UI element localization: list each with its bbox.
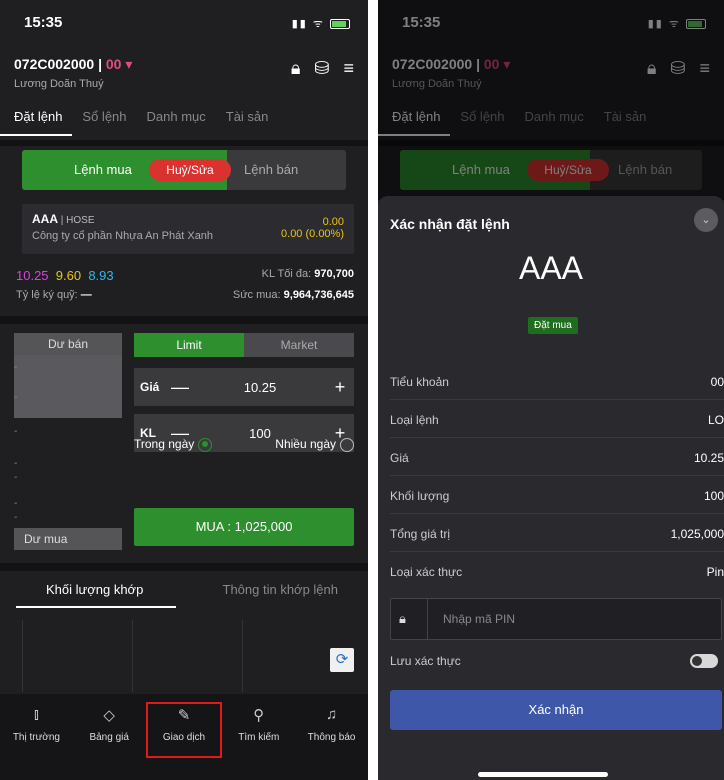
tag-icon: ◇ xyxy=(103,707,115,724)
company-name: Công ty cổ phần Nhựa An Phát Xanh xyxy=(32,230,214,242)
confirm-symbol: AAA xyxy=(518,250,584,286)
row-total-value: Tổng giá trị 1,025,000 xyxy=(390,516,724,552)
status-icons: ▮▮ ᯤ xyxy=(292,16,350,31)
confirm-button[interactable]: Xác nhận xyxy=(390,690,722,730)
divider xyxy=(0,140,368,146)
validity-day-radio[interactable]: Trong ngày xyxy=(134,437,213,452)
modal-overlay[interactable] xyxy=(378,0,724,200)
price-stepper: Giá — 10.25 + xyxy=(134,368,354,406)
price-plus-button[interactable]: + xyxy=(326,377,354,398)
save-auth-toggle[interactable] xyxy=(690,654,718,668)
ceiling-price[interactable]: 10.25 xyxy=(16,268,49,283)
trade-icon: ✎ xyxy=(177,707,191,724)
cancel-edit-tab[interactable]: Huỷ/Sửa xyxy=(149,159,231,181)
order-side-toggle: Lệnh mua Huỷ/Sửa Lệnh bán xyxy=(22,150,346,190)
bell-icon: ♫ xyxy=(325,706,338,723)
grid-line xyxy=(22,620,23,692)
lock-icon[interactable]: 🔒︎ xyxy=(291,58,301,79)
market-tab[interactable]: Market xyxy=(244,333,354,357)
tab-matched-info[interactable]: Thông tin khớp lệnh xyxy=(223,582,339,597)
sell-order-tab[interactable]: Lệnh bán xyxy=(244,162,298,177)
stock-symbol: AAA | HOSE xyxy=(32,212,95,226)
row-sub-account: Tiểu khoản 00 xyxy=(390,364,724,400)
wallet-icon[interactable]: ⛁ xyxy=(314,58,329,79)
ask-depth-bar xyxy=(14,355,122,418)
main-tabs: Đặt lệnh Sổ lệnh Danh mục Tài sản xyxy=(0,106,368,136)
account-selector[interactable]: 072C002000 | 00 ▾ xyxy=(14,56,132,73)
buy-order-tab[interactable]: Lệnh mua xyxy=(74,162,132,177)
margin-ratio: Tỷ lệ ký quỹ: — xyxy=(16,289,92,301)
reference-price[interactable]: 9.60 xyxy=(56,268,81,283)
confirm-screen: 15:35 ▮▮ ᯤ 072C002000 | 00 ▾ Lương Doãn … xyxy=(378,0,724,780)
pin-placeholder: Nhập mã PIN xyxy=(443,612,516,626)
sheet-title: Xác nhận đặt lệnh xyxy=(390,216,510,232)
chevron-down-icon[interactable]: ⌄ xyxy=(694,208,718,232)
status-bar: 15:35 ▮▮ ᯤ xyxy=(0,0,368,40)
ask-header: Dư bán xyxy=(14,333,122,355)
grid-line xyxy=(132,620,133,692)
account-name: Lương Doãn Thuý xyxy=(14,78,104,90)
status-time: 15:35 xyxy=(24,14,63,31)
stock-change: 0.00 0.00 (0.00%) xyxy=(281,216,344,240)
validity-multi-radio[interactable]: Nhiều ngày xyxy=(275,437,354,452)
grid-line xyxy=(242,620,243,692)
row-order-type: Loại lệnh LO xyxy=(390,402,724,438)
price-minus-button[interactable]: — xyxy=(166,377,194,398)
radio-unchecked-icon xyxy=(340,437,354,452)
bottom-nav: ⫾ Thị trường ◇ Bảng giá ✎ Giao dịch ⚲ Tìm ki… xyxy=(0,694,368,780)
divider xyxy=(0,563,368,571)
tab-order-book[interactable]: Sổ lệnh xyxy=(72,106,136,136)
buying-power: Sức mua: 9,964,736,645 xyxy=(232,289,354,301)
radio-checked-icon xyxy=(198,437,213,452)
nav-market[interactable]: ⫾ Thị trường xyxy=(0,694,73,780)
home-indicator xyxy=(478,772,608,777)
price-input[interactable]: 10.25 xyxy=(194,380,326,395)
tab-matched-volume[interactable]: Khối lượng khớp xyxy=(46,582,143,597)
battery-icon xyxy=(330,19,350,30)
lock-icon: 🔒︎ xyxy=(399,611,406,626)
nav-search[interactable]: ⚲ Tìm kiếm xyxy=(222,694,295,780)
order-side-badge: Đặt mua xyxy=(528,317,578,334)
search-icon: ⚲ xyxy=(253,707,265,724)
chevron-down-icon: ▾ xyxy=(125,56,133,72)
divider xyxy=(0,316,368,324)
confirm-order-sheet: Xác nhận đặt lệnh ⌄ AAA Đặt mua Tiểu kho… xyxy=(378,196,724,780)
menu-icon[interactable]: ≡ xyxy=(343,58,354,79)
refresh-icon[interactable]: ⟳ xyxy=(330,648,354,672)
row-quantity: Khối lượng 100 xyxy=(390,478,724,514)
buy-button[interactable]: MUA : 1,025,000 xyxy=(134,508,354,546)
row-price: Giá 10.25 xyxy=(390,440,724,476)
order-screen: 15:35 ▮▮ ᯤ 072C002000 | 00 ▾ Lương Doãn … xyxy=(0,0,368,780)
chart-icon: ⫾ xyxy=(33,706,39,723)
tab-assets[interactable]: Tài sản xyxy=(216,106,279,136)
tab-order[interactable]: Đặt lệnh xyxy=(0,106,73,136)
max-volume: KL Tối đa: 970,700 xyxy=(261,268,354,280)
tab-portfolio[interactable]: Danh mục xyxy=(137,106,216,136)
price-levels: 10.25 9.60 8.93 xyxy=(16,268,114,283)
stock-card[interactable]: AAA | HOSE Công ty cổ phần Nhựa An Phát … xyxy=(22,204,354,254)
floor-price[interactable]: 8.93 xyxy=(88,268,113,283)
bid-header: Dư mua xyxy=(14,528,122,550)
nav-price-board[interactable]: ◇ Bảng giá xyxy=(73,694,146,780)
active-tab-indicator xyxy=(16,606,176,608)
order-type-toggle: Limit Market xyxy=(134,333,354,357)
row-auth-type: Loại xác thực Pin xyxy=(390,565,724,579)
save-auth-label: Lưu xác thực xyxy=(390,654,461,668)
limit-tab[interactable]: Limit xyxy=(134,333,244,357)
nav-trade[interactable]: ✎ Giao dịch xyxy=(145,702,223,758)
nav-notifications[interactable]: ♫ Thông báo xyxy=(295,694,368,780)
pin-input[interactable]: 🔒︎ Nhập mã PIN xyxy=(390,598,722,640)
top-actions: 🔒︎ ⛁ ≡ xyxy=(291,58,354,79)
